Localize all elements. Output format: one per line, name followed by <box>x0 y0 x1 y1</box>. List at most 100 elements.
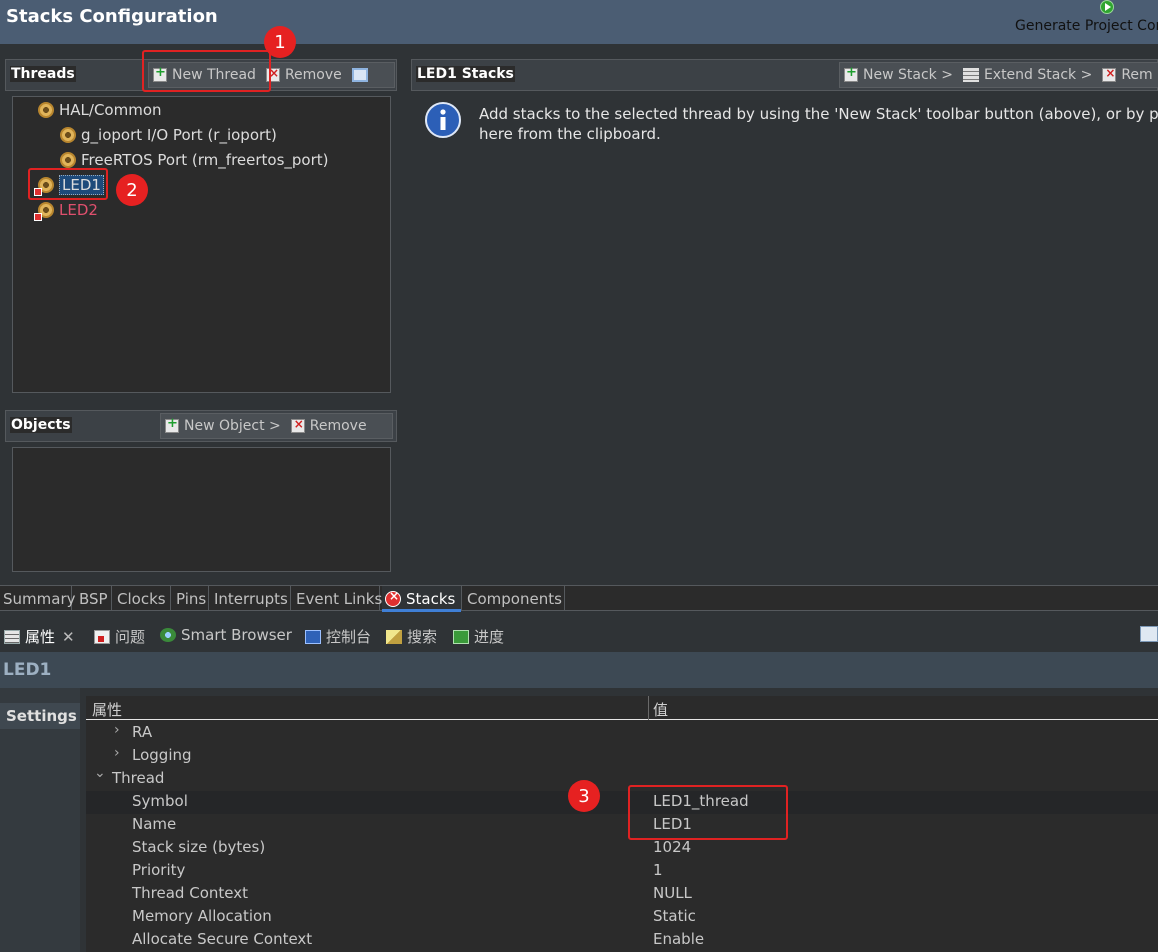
annotation-badge-2: 2 <box>116 174 148 206</box>
property-key: Symbol <box>132 792 188 810</box>
generate-icon[interactable] <box>1100 0 1114 14</box>
tree-item-hal-common[interactable]: HAL/Common <box>38 99 162 121</box>
view-tab-problems[interactable]: 问题 <box>94 626 145 647</box>
remove-icon <box>1102 66 1117 82</box>
tree-item-ioport[interactable]: g_ioport I/O Port (r_ioport) <box>60 124 277 146</box>
view-tab-label: 搜索 <box>407 628 438 646</box>
column-header-property[interactable]: 属性 <box>92 699 122 720</box>
tab-clocks[interactable]: Clocks <box>114 586 171 611</box>
objects-list <box>12 447 391 572</box>
problems-icon <box>94 629 110 644</box>
property-key: Name <box>132 815 177 833</box>
tree-item-label: FreeRTOS Port (rm_freertos_port) <box>81 151 329 169</box>
info-line-2: here from the clipboard. <box>479 125 661 143</box>
property-value[interactable]: Enable <box>653 930 704 948</box>
editor-tab-bar: Summary BSP Clocks Pins Interrupts Event… <box>0 585 1158 612</box>
property-row-stack-size[interactable]: Stack size (bytes) 1024 <box>86 837 1158 860</box>
property-key: Thread <box>112 769 165 787</box>
annotation-box-symbol-name <box>628 785 788 840</box>
property-value[interactable]: 1024 <box>653 838 691 856</box>
property-row-thread[interactable]: ⌄ Thread <box>86 765 1158 791</box>
stacks-panel-header: LED1 Stacks New Stack > Extend Stack > R… <box>411 59 1158 91</box>
extend-stack-icon <box>962 68 979 82</box>
new-object-button[interactable]: New Object > <box>161 414 287 438</box>
property-row-ra[interactable]: › RA <box>86 722 1158 745</box>
tab-event-links[interactable]: Event Links <box>293 586 382 611</box>
property-key: Logging <box>132 746 192 764</box>
error-icon <box>385 589 401 607</box>
property-row-memory-allocation[interactable]: Memory Allocation Static <box>86 906 1158 929</box>
property-value[interactable]: NULL <box>653 884 692 902</box>
chevron-right-icon[interactable]: › <box>114 722 120 738</box>
gear-icon <box>60 127 76 143</box>
remove-object-label: Remove <box>309 418 367 434</box>
settings-tab[interactable]: Settings <box>0 703 80 729</box>
remove-object-button[interactable]: Remove <box>287 414 373 438</box>
selected-object-title: LED1 <box>3 660 52 680</box>
annotation-box-led1 <box>28 168 108 200</box>
chevron-down-icon[interactable]: ⌄ <box>94 765 106 781</box>
tab-components[interactable]: Components <box>464 586 565 611</box>
property-row-priority[interactable]: Priority 1 <box>86 860 1158 883</box>
property-key: Memory Allocation <box>132 907 272 925</box>
objects-toolbar: New Object > Remove <box>160 413 393 439</box>
close-icon[interactable]: ✕ <box>62 628 75 646</box>
column-divider[interactable] <box>648 696 649 720</box>
collapse-all-icon <box>351 68 368 82</box>
extend-stack-button[interactable]: Extend Stack > <box>959 63 1098 87</box>
property-key: RA <box>132 723 153 741</box>
property-row-name[interactable]: Name LED1 <box>86 814 1158 837</box>
progress-icon <box>453 629 469 644</box>
info-line-1: Add stacks to the selected thread by usi… <box>479 105 1158 123</box>
tree-item-led2[interactable]: LED2 <box>34 199 98 221</box>
property-row-thread-context[interactable]: Thread Context NULL <box>86 883 1158 906</box>
tab-stacks-label: Stacks <box>406 589 456 608</box>
stacks-toolbar: New Stack > Extend Stack > Rem <box>839 62 1158 88</box>
remove-thread-button[interactable]: Remove <box>262 63 348 87</box>
search-icon <box>386 629 402 644</box>
annotation-box-new-thread <box>142 50 271 92</box>
view-tab-label: 问题 <box>115 628 146 646</box>
property-table-header <box>86 696 1158 720</box>
tab-bsp[interactable]: BSP <box>76 586 112 611</box>
new-stack-button[interactable]: New Stack > <box>840 63 959 87</box>
property-row-symbol[interactable]: Symbol LED1_thread <box>86 791 1158 814</box>
tab-pins[interactable]: Pins <box>173 586 209 611</box>
annotation-badge-1: 1 <box>264 26 296 58</box>
tree-item-label: HAL/Common <box>59 101 162 119</box>
tab-stacks[interactable]: Stacks <box>382 586 462 612</box>
add-object-icon <box>165 416 179 433</box>
property-row-allocate-secure-context[interactable]: Allocate Secure Context Enable <box>86 929 1158 952</box>
property-key: Allocate Secure Context <box>132 930 313 948</box>
objects-panel-title: Objects <box>10 417 72 433</box>
page-title: Stacks Configuration <box>6 6 218 27</box>
tab-summary[interactable]: Summary <box>0 586 76 611</box>
smart-browser-icon <box>160 628 176 642</box>
view-tab-console[interactable]: 控制台 <box>305 626 371 647</box>
view-tab-smart-browser[interactable]: Smart Browser <box>160 626 292 644</box>
chevron-right-icon[interactable]: › <box>114 745 120 761</box>
extend-stack-label: Extend Stack > <box>983 67 1093 83</box>
view-tab-bar: 属性 ✕ 问题 Smart Browser 控制台 搜索 进度 <box>0 622 1158 650</box>
property-value[interactable]: Static <box>653 907 696 925</box>
gear-icon <box>60 152 76 168</box>
objects-panel-header: Objects New Object > Remove <box>5 410 397 442</box>
view-tab-search[interactable]: 搜索 <box>386 626 437 647</box>
open-view-icon[interactable] <box>1140 626 1158 642</box>
threads-panel-title: Threads <box>10 66 76 82</box>
column-header-value[interactable]: 值 <box>653 699 668 720</box>
property-key: Priority <box>132 861 186 879</box>
collapse-all-button[interactable] <box>348 63 379 87</box>
remove-thread-label: Remove <box>284 67 342 83</box>
generate-project-content-button[interactable]: Generate Project Content <box>1015 18 1158 34</box>
new-stack-label: New Stack > <box>863 67 953 83</box>
tab-interrupts[interactable]: Interrupts <box>211 586 291 611</box>
remove-stack-button[interactable]: Rem <box>1098 63 1158 87</box>
tree-item-label: g_ioport I/O Port (r_ioport) <box>81 126 277 144</box>
view-tab-progress[interactable]: 进度 <box>453 626 504 647</box>
view-tab-properties[interactable]: 属性 ✕ <box>4 626 75 647</box>
property-value[interactable]: 1 <box>653 861 663 879</box>
properties-icon <box>4 629 20 644</box>
property-row-logging[interactable]: › Logging <box>86 745 1158 768</box>
gear-icon <box>38 102 54 118</box>
